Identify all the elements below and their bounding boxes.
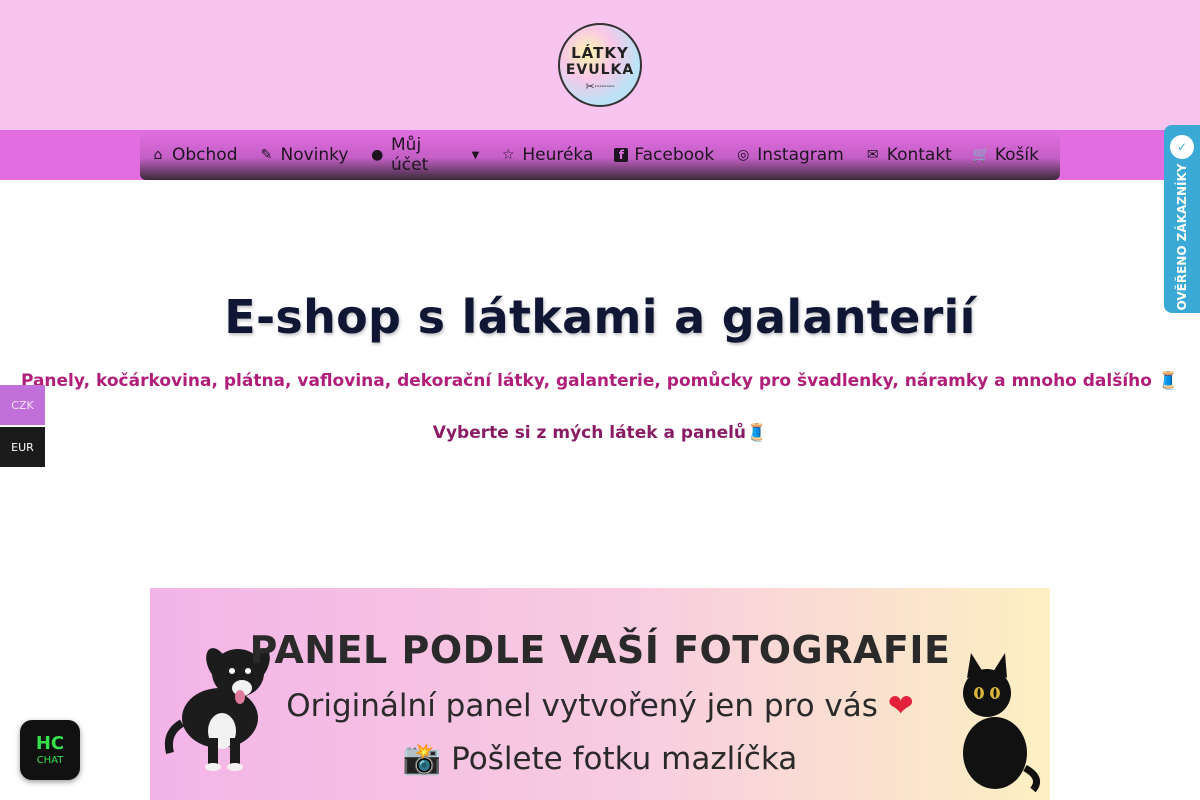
- chat-label: CHAT: [36, 754, 64, 766]
- currency-czk-button[interactable]: CZK: [0, 385, 45, 425]
- nav-item-label: Kontakt: [886, 145, 952, 165]
- heart-icon: ❤: [887, 688, 914, 724]
- home-icon: ⌂: [153, 147, 163, 163]
- banner-line1-text: Originální panel vytvořený jen pro vás: [286, 688, 878, 724]
- logo-text-line2: EVULKA: [565, 61, 635, 78]
- nav-item-label: Obchod: [172, 145, 238, 165]
- nav-item-kontakt[interactable]: ✉ Kontakt: [865, 145, 952, 165]
- scissors-icon: ✂┈┈┈: [585, 79, 615, 93]
- nav-item-kosik[interactable]: 🛒 Košík: [973, 145, 1039, 165]
- page-title: E-shop s látkami a galanterií: [224, 290, 976, 344]
- nav-item-label: Facebook: [634, 145, 715, 165]
- nav-item-facebook[interactable]: f Facebook: [614, 145, 714, 165]
- nav-item-instagram[interactable]: ◎ Instagram: [735, 145, 844, 165]
- chevron-down-icon[interactable]: ▼: [472, 150, 480, 161]
- hero-cta-link[interactable]: Vyberte si z mých látek a panelů🧵: [0, 423, 1200, 443]
- facebook-icon: f: [614, 148, 629, 162]
- chat-widget-button[interactable]: HC CHAT: [20, 720, 80, 780]
- currency-eur-button[interactable]: EUR: [0, 427, 45, 467]
- nav-item-obchod[interactable]: ⌂ Obchod: [150, 145, 238, 165]
- cat-illustration: [963, 653, 1041, 793]
- verified-check-icon: ✓: [1170, 135, 1194, 159]
- banner-title: PANEL PODLE VAŠÍ FOTOGRAFIE: [249, 628, 951, 672]
- site-header: LÁTKY EVULKA ✂┈┈┈: [0, 0, 1200, 130]
- instagram-icon: ◎: [737, 147, 750, 163]
- site-logo[interactable]: LÁTKY EVULKA ✂┈┈┈: [558, 23, 642, 107]
- edit-icon: ✎: [260, 147, 273, 163]
- chat-brand: HC: [35, 732, 65, 754]
- hero-section: E-shop s látkami a galanterií Panely, ko…: [0, 290, 1200, 443]
- logo-text-line1: LÁTKY: [571, 43, 629, 62]
- verified-customers-badge[interactable]: ✓ OVĚŘENO ZÁKAZNÍKY: [1164, 125, 1200, 313]
- main-navigation: ⌂ Obchod ✎ Novinky ● Můj účet ▼ ☆ Heurék…: [140, 130, 1060, 180]
- banner-line2-text: 📸 Pošlete fotku mazlíčka: [402, 741, 798, 777]
- nav-item-novinky[interactable]: ✎ Novinky: [259, 145, 349, 165]
- mail-icon: ✉: [866, 147, 879, 163]
- verified-label: OVĚŘENO ZÁKAZNÍKY: [1175, 163, 1189, 311]
- nav-strip: ⌂ Obchod ✎ Novinky ● Můj účet ▼ ☆ Heurék…: [0, 130, 1200, 180]
- promo-banner[interactable]: PANEL PODLE VAŠÍ FOTOGRAFIE Originální p…: [150, 588, 1050, 800]
- hero-subtitle: Panely, kočárkovina, plátna, vaflovina, …: [20, 371, 1180, 391]
- star-icon: ☆: [502, 147, 515, 163]
- nav-item-label: Instagram: [757, 145, 844, 165]
- nav-item-heureka[interactable]: ☆ Heuréka: [500, 145, 593, 165]
- nav-item-muj-ucet[interactable]: ● Můj účet ▼: [369, 135, 479, 175]
- banner-text: Originální panel vytvořený jen pro vás ❤: [150, 688, 1050, 724]
- user-icon: ●: [371, 147, 384, 163]
- nav-item-label: Můj účet: [391, 135, 429, 175]
- nav-item-label: Heuréka: [522, 145, 594, 165]
- nav-item-label: Košík: [994, 145, 1039, 165]
- cart-icon: 🛒: [972, 147, 991, 163]
- nav-item-label: Novinky: [280, 145, 349, 165]
